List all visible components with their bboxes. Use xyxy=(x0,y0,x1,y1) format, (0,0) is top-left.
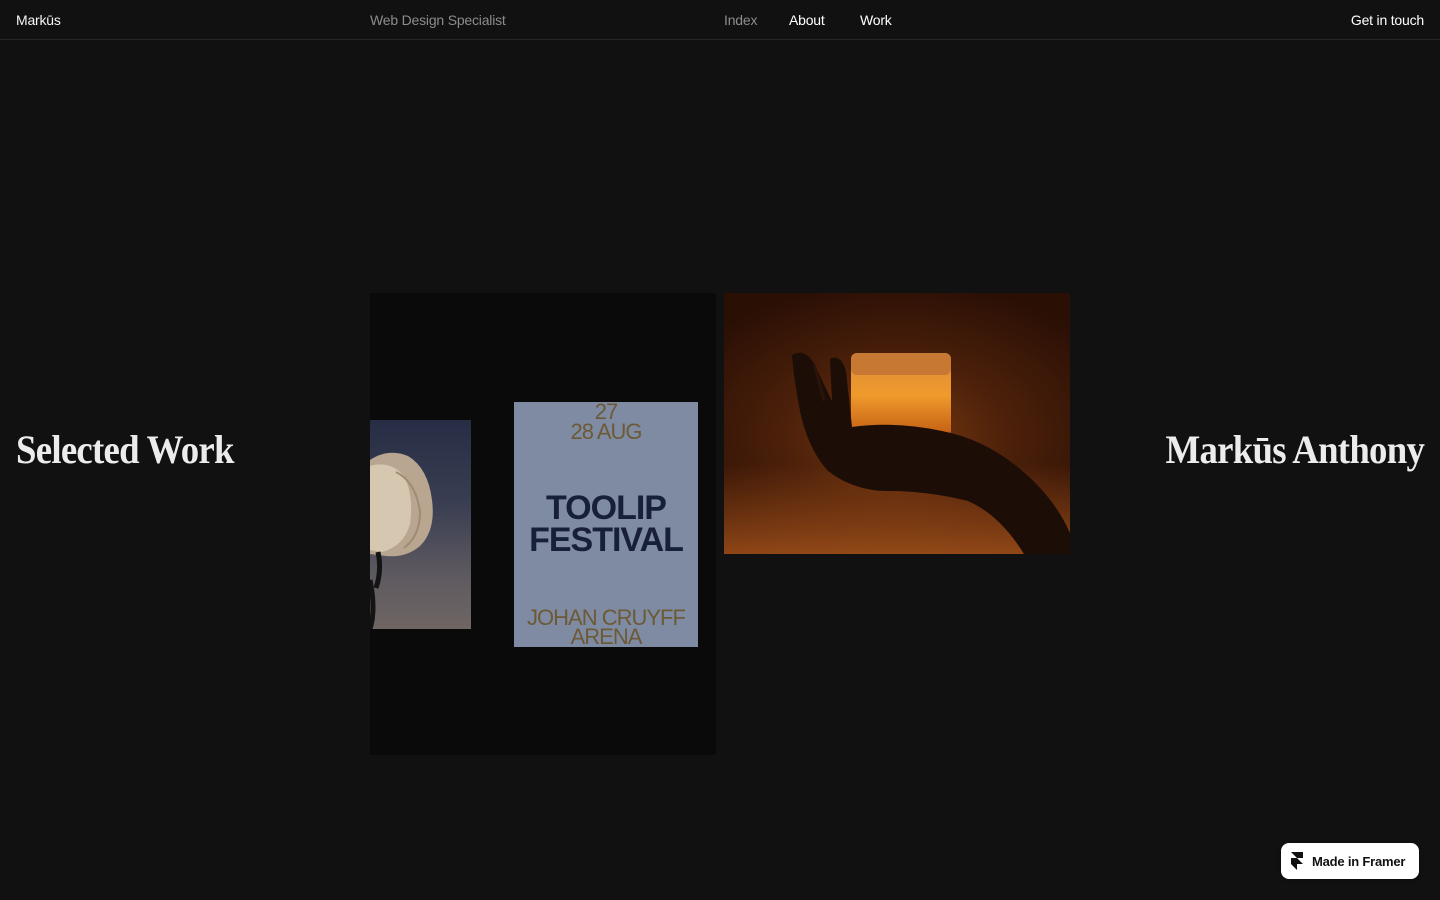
brand-logo-link[interactable]: Markūs xyxy=(16,11,61,29)
author-name-heading: Markūs Anthony xyxy=(1165,427,1424,472)
nav-link-index[interactable]: Index xyxy=(724,11,757,29)
project-card-candle-photo[interactable] xyxy=(724,293,1070,554)
selected-work-heading: Selected Work xyxy=(16,427,234,472)
poster-title-line-1: TOOLIP xyxy=(546,489,667,527)
top-navigation-bar: Markūs Web Design Specialist Index About… xyxy=(0,0,1440,40)
framer-logo-icon xyxy=(1291,852,1303,870)
tulip-photo xyxy=(370,420,471,629)
poster-title-line-2: FESTIVAL xyxy=(529,521,684,559)
project-card-toolip-festival[interactable]: 27 28 AUG TOOLIP FESTIVAL JOHAN CRUYFF A… xyxy=(370,293,716,755)
nav-link-about[interactable]: About xyxy=(789,11,825,29)
nav-link-work[interactable]: Work xyxy=(860,11,892,29)
festival-poster: 27 28 AUG TOOLIP FESTIVAL JOHAN CRUYFF A… xyxy=(514,402,698,647)
tagline: Web Design Specialist xyxy=(370,12,506,28)
hand-holding-candle-jar-photo xyxy=(792,352,1070,554)
poster-date-line-2: 28 AUG xyxy=(570,419,642,444)
get-in-touch-link[interactable]: Get in touch xyxy=(1351,11,1424,29)
made-in-framer-badge[interactable]: Made in Framer xyxy=(1281,843,1419,879)
badge-label: Made in Framer xyxy=(1312,853,1406,869)
poster-venue-line-2: ARENA xyxy=(570,624,643,648)
